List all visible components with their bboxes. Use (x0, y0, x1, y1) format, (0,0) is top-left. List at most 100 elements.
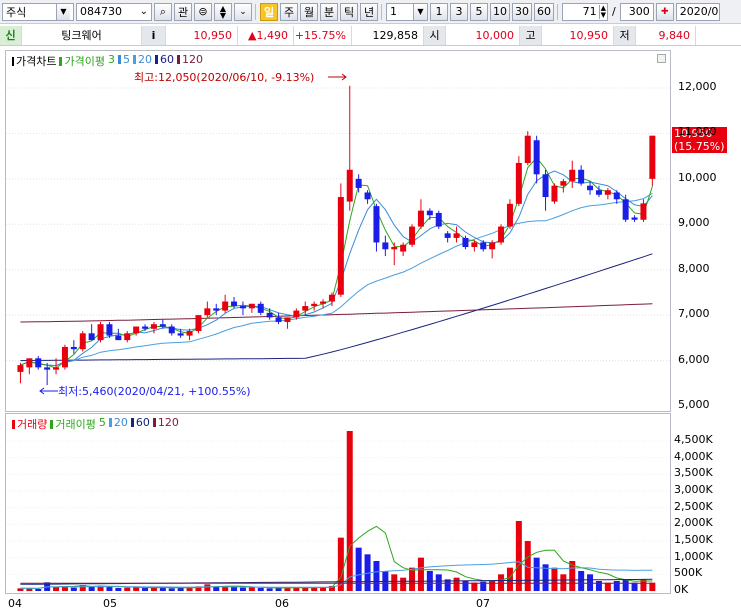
candle-body (498, 226, 505, 243)
high-label: 고 (520, 25, 542, 45)
scroll-stepper[interactable]: ▲ ▼ (214, 2, 232, 21)
ma20-line (20, 192, 653, 367)
candle-body (382, 242, 389, 250)
date-input[interactable]: 2020/0 (675, 2, 720, 21)
volume-bar (266, 588, 273, 591)
price-chart-panel[interactable]: 가격차트 가격이평 3 5 20 60 120 최고:12,050(2020/0… (5, 50, 727, 412)
period-minute-tab[interactable]: 분 (320, 2, 338, 21)
link-button[interactable]: ⊜ (194, 2, 212, 21)
candle-body (186, 331, 193, 336)
volume-bar (168, 588, 175, 591)
count-separator: / (612, 5, 616, 18)
unit-10-button[interactable]: 10 (490, 2, 510, 21)
volume-bar (489, 581, 496, 591)
volume-bar (462, 581, 469, 591)
candle-body (373, 206, 380, 243)
chart-options-dropdown[interactable]: ⌄ (234, 2, 252, 21)
volume-bar (604, 582, 611, 591)
volume-bar (355, 547, 362, 591)
open-label: 시 (424, 25, 446, 45)
divider (255, 3, 257, 20)
high-price: 10,950 (542, 25, 614, 45)
stock-code-input[interactable]: 084730 ⌄ (76, 2, 152, 21)
candle-body (426, 210, 433, 216)
period-tick-tab[interactable]: 틱 (340, 2, 358, 21)
price-y-tick: 9,000 (678, 216, 710, 230)
volume-bar (35, 589, 42, 591)
candle-body (595, 190, 602, 195)
period-week-tab[interactable]: 주 (280, 2, 298, 21)
candle-body (515, 162, 522, 204)
candle-body (275, 317, 282, 322)
unit-1-button[interactable]: 1 (430, 2, 448, 21)
high-note: 최고:12,050(2020/06/10, -9.13%) (134, 71, 315, 84)
volume-bar (231, 587, 238, 591)
candle-body (142, 326, 149, 329)
volume-bar (435, 574, 442, 591)
candle-body (159, 324, 166, 327)
unit-5-button[interactable]: 5 (470, 2, 488, 21)
candle-body (302, 306, 309, 311)
candle-body (364, 192, 371, 200)
zoom-button[interactable]: ✚ (655, 2, 674, 21)
volume-bar (391, 574, 398, 591)
search-button[interactable]: ⌕ (154, 2, 172, 21)
candle-body (480, 242, 487, 250)
period-day-tab[interactable]: 일 (260, 2, 278, 21)
search-icon: ⌕ (159, 4, 167, 18)
volume-bar (311, 588, 318, 591)
unit-60-button[interactable]: 60 (534, 2, 554, 21)
volume-bar (400, 577, 407, 591)
volume-y-tick: 3,500K (674, 466, 713, 480)
unit-select[interactable]: 1 ▼ (386, 2, 428, 21)
x-tick-label: 06 (275, 597, 289, 610)
candle-body (168, 326, 175, 334)
candle-body (293, 310, 300, 318)
volume-bar (248, 587, 255, 591)
volume-bar (613, 581, 620, 591)
candle-body (35, 358, 42, 368)
unit-3-button[interactable]: 3 (450, 2, 468, 21)
price-y-tick: 8,000 (678, 261, 710, 275)
candle-body (97, 324, 104, 341)
volume-bar (346, 431, 353, 591)
volume-bar (631, 582, 638, 591)
candle-body (248, 303, 255, 309)
stock-code-value: 084730 (80, 5, 122, 18)
ma120-line (20, 303, 653, 323)
total-count-value: 300 (628, 5, 650, 18)
display-count-stepper[interactable]: 71 ▲ ▼ (562, 2, 608, 21)
volume-y-tick: 1,500K (674, 533, 713, 546)
volume-bar (320, 587, 327, 591)
x-tick-label: 07 (476, 597, 490, 610)
favorites-button[interactable]: 관 (174, 2, 192, 21)
volume-y-tick: 4,500K (674, 433, 713, 446)
volume-bar (587, 574, 594, 591)
volume-bar (471, 582, 478, 591)
volume-bar (124, 587, 131, 591)
candle-body (320, 301, 327, 304)
volume-bar (53, 587, 60, 591)
credit-badge[interactable]: 신 (0, 25, 22, 45)
volume-chart-panel[interactable]: 거래량 거래이평 5 20 60 120 (5, 413, 671, 594)
volume-bar (622, 579, 629, 591)
unit-30-button[interactable]: 30 (512, 2, 532, 21)
volume-bar (578, 571, 585, 591)
period-year-tab[interactable]: 년 (360, 2, 378, 21)
total-count-input[interactable]: 300 (619, 2, 654, 21)
candle-body (400, 244, 407, 252)
candle-body (391, 247, 398, 250)
price-y-tick: 10,000 (678, 170, 717, 184)
market-select[interactable]: 주식 ▼ (2, 2, 74, 21)
volume-bar (560, 574, 567, 591)
period-month-tab[interactable]: 월 (300, 2, 318, 21)
candle-body (462, 237, 469, 247)
candle-body (26, 358, 33, 368)
trade-volume: 129,858 (352, 25, 424, 45)
info-button[interactable]: i (142, 25, 166, 45)
candle-body (328, 294, 335, 302)
current-price: 10,950 (166, 25, 238, 45)
volume-bar (142, 588, 149, 591)
volume-bar (204, 584, 211, 591)
candle-body (61, 346, 68, 368)
